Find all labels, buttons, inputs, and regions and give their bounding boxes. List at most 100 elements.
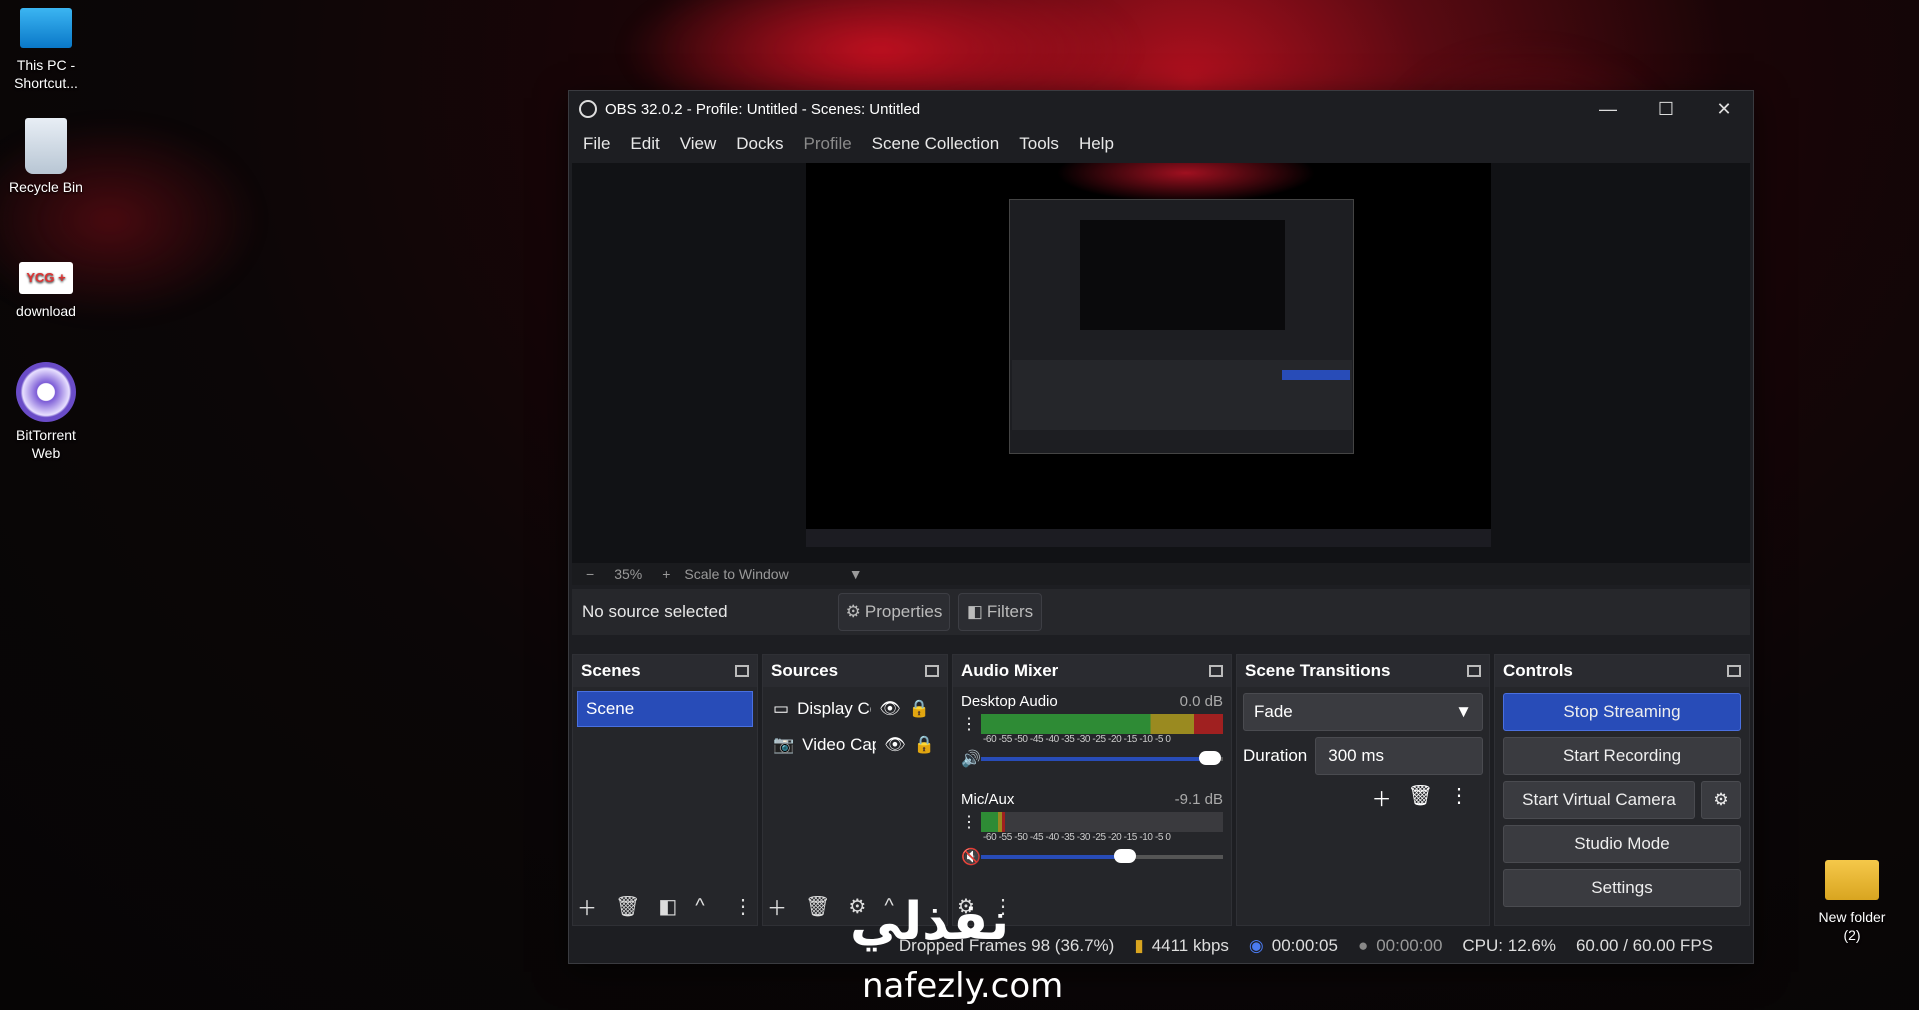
more-icon[interactable]: ⋮	[961, 812, 977, 832]
filters-button[interactable]: ◧ Filters	[958, 593, 1042, 631]
mixer-channels: Desktop Audio 0.0 dB ⋮ -60 -55 -50 -45 -…	[953, 687, 1231, 883]
duration-row: Duration 300 ms	[1243, 737, 1483, 775]
muted-speaker-icon[interactable]: 🔇	[961, 847, 981, 867]
bittorrent-icon	[16, 362, 76, 422]
meter-row: ⋮	[961, 714, 1223, 734]
desktop-icon-label: New folder (2)	[1818, 909, 1886, 943]
start-virtual-camera-button[interactable]: Start Virtual Camera	[1503, 781, 1695, 819]
virtual-camera-row: Start Virtual Camera ⚙	[1503, 781, 1741, 819]
watermark-arabic: نفذلي	[850, 892, 1010, 952]
start-recording-button[interactable]: Start Recording	[1503, 737, 1741, 775]
trash-icon[interactable]: 🗑	[1408, 783, 1433, 812]
transition-select[interactable]: Fade ▼	[1243, 693, 1483, 731]
trash-icon[interactable]: 🗑	[615, 894, 640, 919]
signal-icon: ▮	[1134, 936, 1144, 955]
zoom-level: 35%	[614, 566, 643, 582]
window-title: OBS 32.0.2 - Profile: Untitled - Scenes:…	[605, 100, 921, 118]
float-dock-icon[interactable]	[1467, 665, 1481, 677]
record-icon: ●	[1357, 936, 1369, 955]
channel-name: Mic/Aux	[961, 791, 1015, 808]
volume-meter	[981, 714, 1223, 734]
menu-tools[interactable]: Tools	[1009, 134, 1069, 154]
menu-docks[interactable]: Docks	[726, 134, 793, 154]
menu-view[interactable]: View	[670, 134, 727, 154]
virtual-camera-settings-button[interactable]: ⚙	[1701, 781, 1741, 819]
properties-button[interactable]: ⚙ Properties	[838, 593, 950, 631]
scenes-title: Scenes	[581, 661, 641, 680]
sources-header: Sources	[763, 655, 947, 687]
eye-icon[interactable]: 👁	[884, 735, 906, 755]
more-icon[interactable]: ⋮	[1449, 783, 1469, 812]
volume-row: 🔊	[961, 749, 1223, 769]
speaker-icon[interactable]: 🔊	[961, 749, 981, 769]
source-item[interactable]: 📷 Video Cap 👁 🔒	[763, 727, 947, 763]
desktop-icon-label: Recycle Bin	[9, 179, 83, 195]
add-icon[interactable]: ＋	[767, 892, 787, 921]
audio-mixer-title: Audio Mixer	[961, 661, 1059, 680]
menu-profile[interactable]: Profile	[793, 134, 861, 154]
float-dock-icon[interactable]	[925, 665, 939, 677]
close-button[interactable]: ✕	[1695, 91, 1753, 127]
channel-header: Mic/Aux -9.1 dB	[961, 791, 1223, 808]
nested-preview	[1080, 220, 1285, 330]
preview-display-capture	[806, 163, 1491, 547]
volume-slider-handle[interactable]	[1198, 751, 1221, 765]
settings-button[interactable]: Settings	[1503, 869, 1741, 907]
menu-scene-collection[interactable]: Scene Collection	[862, 134, 1010, 154]
desktop-icon-this-pc[interactable]: This PC - Shortcut...	[0, 4, 92, 92]
more-icon[interactable]: ⋮	[961, 714, 977, 734]
scale-mode-select[interactable]: Scale to Window	[684, 566, 788, 582]
cpu-usage: CPU: 12.6%	[1462, 936, 1556, 955]
studio-mode-button[interactable]: Studio Mode	[1503, 825, 1741, 863]
stream-time: 00:00:05	[1271, 936, 1338, 955]
trash-icon[interactable]: 🗑	[805, 894, 830, 919]
float-dock-icon[interactable]	[1727, 665, 1741, 677]
eye-icon[interactable]: 👁	[879, 699, 901, 719]
float-dock-icon[interactable]	[1209, 665, 1223, 677]
meter-scale: -60 -55 -50 -45 -40 -35 -30 -25 -20 -15 …	[983, 832, 1171, 843]
zoom-in-button[interactable]: +	[662, 566, 670, 582]
more-icon[interactable]: ⋮	[733, 894, 753, 919]
camera-icon: 📷	[773, 735, 795, 754]
menu-help[interactable]: Help	[1069, 134, 1124, 154]
volume-slider[interactable]	[981, 751, 1223, 765]
gear-icon: ⚙	[845, 602, 861, 621]
add-icon[interactable]: ＋	[1372, 783, 1392, 812]
preview-canvas[interactable]	[572, 163, 1750, 563]
transition-toolbar: ＋ 🗑 ⋮	[1237, 783, 1469, 812]
add-icon[interactable]: ＋	[577, 892, 597, 921]
channel-db: -9.1 dB	[1174, 791, 1223, 808]
desktop-icon-recycle-bin[interactable]: Recycle Bin	[0, 118, 92, 196]
zoom-out-button[interactable]: −	[586, 566, 594, 582]
meter-level	[981, 812, 1006, 832]
desktop-icon-bittorrent[interactable]: BitTorrent Web	[0, 362, 92, 462]
folder-icon	[1825, 860, 1879, 900]
lock-icon[interactable]: 🔒	[909, 699, 930, 719]
menu-file[interactable]: File	[573, 134, 620, 154]
chevron-down-icon[interactable]: ▼	[849, 566, 863, 582]
source-item[interactable]: ▭ Display Cc 👁 🔒	[763, 691, 947, 727]
meter-row: ⋮	[961, 812, 1223, 832]
channel-db: 0.0 dB	[1179, 693, 1223, 710]
volume-slider[interactable]	[981, 849, 1223, 863]
menu-edit[interactable]: Edit	[620, 134, 669, 154]
desktop-icon-new-folder[interactable]: New folder (2)	[1806, 856, 1898, 944]
nested-obs-window	[1009, 199, 1354, 454]
volume-slider-handle[interactable]	[1114, 849, 1137, 863]
stop-streaming-button[interactable]: Stop Streaming	[1503, 693, 1741, 731]
duration-spinbox[interactable]: 300 ms	[1315, 737, 1483, 775]
minimize-button[interactable]: —	[1579, 91, 1637, 127]
duration-value: 300 ms	[1328, 746, 1385, 765]
chevron-up-icon[interactable]: ^	[695, 895, 704, 918]
desktop-icon-label: BitTorrent Web	[16, 427, 76, 461]
maximize-button[interactable]: ☐	[1637, 91, 1695, 127]
monitor-icon: ▭	[773, 699, 790, 718]
desktop-icon-download[interactable]: YCG + download	[0, 262, 92, 320]
lock-icon[interactable]: 🔒	[914, 735, 935, 755]
filter-icon[interactable]: ◧	[658, 894, 677, 919]
volume-slider-fill	[981, 855, 1127, 859]
scene-item[interactable]: Scene	[577, 691, 753, 727]
float-dock-icon[interactable]	[735, 665, 749, 677]
properties-label: Properties	[864, 602, 943, 621]
stream-icon: ◉	[1248, 936, 1264, 955]
